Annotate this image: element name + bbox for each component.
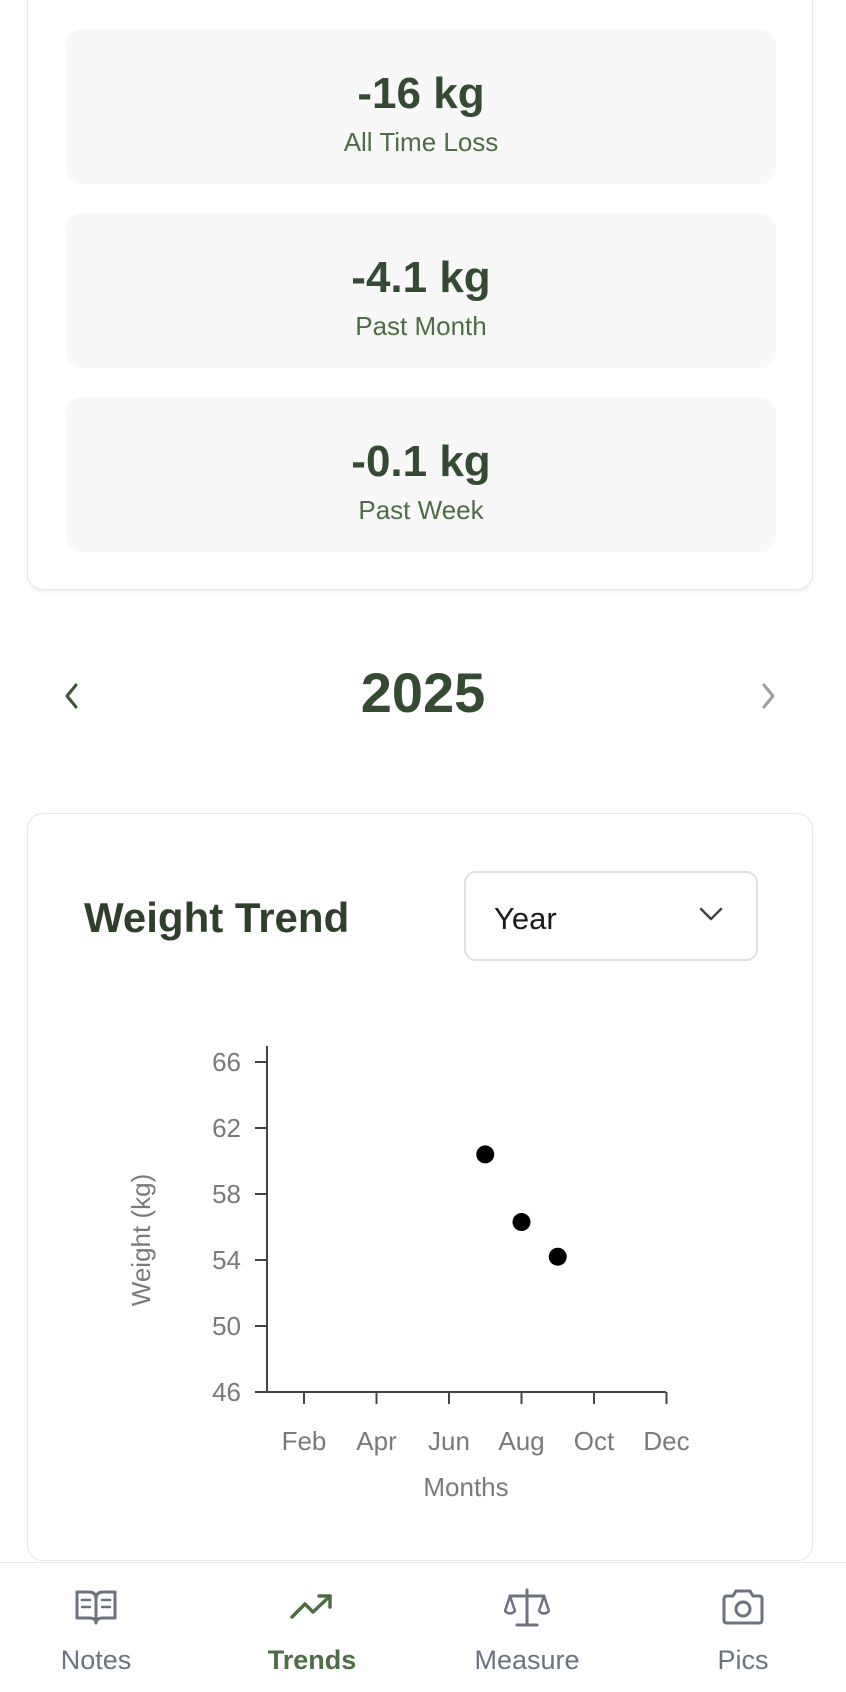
nav-label: Pics: [717, 1645, 769, 1675]
nav-label: Notes: [60, 1645, 132, 1675]
stat-past-week: -0.1 kg Past Week: [66, 397, 776, 552]
y-tick-label: 62: [212, 1113, 241, 1143]
year-navigation: 2025: [0, 640, 846, 750]
stat-all-time-loss: -16 kg All Time Loss: [66, 29, 776, 184]
nav-pics[interactable]: Pics: [663, 1563, 823, 1692]
nav-label: Measure: [474, 1645, 580, 1675]
x-tick-label: Dec: [643, 1426, 689, 1456]
y-axis: 66 62 58 54 50 46: [212, 1046, 268, 1407]
y-tick-label: 50: [212, 1311, 241, 1341]
stat-value: -16 kg: [357, 69, 485, 118]
nav-notes[interactable]: Notes: [16, 1563, 176, 1692]
chevron-right-icon: [762, 683, 775, 709]
nav-measure[interactable]: Measure: [447, 1563, 607, 1692]
stat-value: -4.1 kg: [351, 253, 491, 302]
x-axis: Feb Apr Jun Aug Oct Dec: [267, 1391, 690, 1456]
stat-label: All Time Loss: [343, 127, 499, 157]
nav-label: Trends: [267, 1645, 357, 1675]
y-tick-label: 58: [212, 1179, 241, 1209]
book-open-icon: [75, 1590, 117, 1625]
y-tick-label: 54: [212, 1245, 241, 1275]
weight-scatter-chart: 66 62 58 54 50 46 Feb Apr Jun Aug Oct Dec Weight (…: [126, 1046, 690, 1502]
bottom-navigation: Notes Trends Measure Pics: [0, 1562, 846, 1692]
x-tick-label: Feb: [282, 1426, 327, 1456]
year-title: 2025: [360, 661, 486, 724]
data-point[interactable]: [476, 1145, 495, 1164]
weight-trend-card: Weight Trend Year 66 62 58 54 50 46 Feb Apr Jun…: [27, 813, 813, 1561]
x-axis-label: Months: [423, 1472, 508, 1502]
camera-icon: [722, 1589, 764, 1625]
y-tick-label: 66: [212, 1047, 241, 1077]
y-axis-label: Weight (kg): [126, 1174, 156, 1306]
x-tick-label: Aug: [498, 1426, 544, 1456]
data-points: [476, 1145, 567, 1266]
y-tick-label: 46: [212, 1377, 241, 1407]
stat-past-month: -4.1 kg Past Month: [66, 213, 776, 368]
x-tick-label: Jun: [428, 1426, 470, 1456]
data-point[interactable]: [548, 1247, 567, 1266]
scale-icon: [504, 1588, 550, 1627]
stat-label: Past Week: [358, 495, 484, 525]
x-tick-label: Oct: [574, 1426, 615, 1456]
next-year-button[interactable]: [748, 676, 788, 716]
stats-card: -16 kg All Time Loss -4.1 kg Past Month …: [27, 0, 813, 590]
nav-trends[interactable]: Trends: [232, 1563, 392, 1692]
trending-up-icon: [290, 1594, 332, 1619]
x-tick-label: Apr: [356, 1426, 397, 1456]
data-point[interactable]: [512, 1213, 531, 1232]
stat-value: -0.1 kg: [351, 437, 491, 486]
stat-label: Past Month: [355, 311, 487, 341]
